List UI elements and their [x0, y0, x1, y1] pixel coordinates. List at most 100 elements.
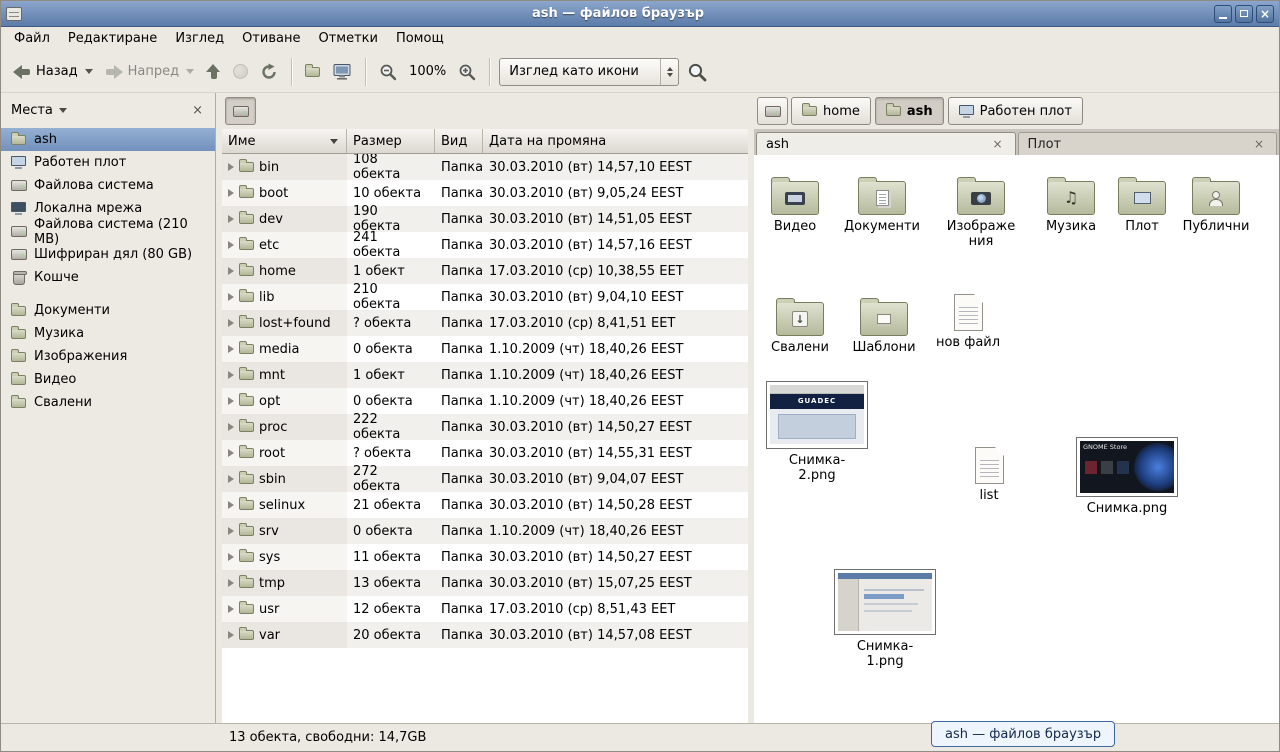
table-row[interactable]: sys 11 обекта Папка 30.03.2010 (вт) 14,5…	[222, 544, 748, 570]
sidebar-close-icon[interactable]: ×	[188, 102, 207, 119]
expander-icon[interactable]	[228, 215, 234, 223]
expander-icon[interactable]	[228, 293, 234, 301]
folder-item-music[interactable]: ♫ Музика	[1036, 173, 1106, 235]
image-item-snimka-1[interactable]: Снимка-1.png	[834, 569, 936, 669]
table-row[interactable]: opt 0 обекта Папка 1.10.2009 (чт) 18,40,…	[222, 388, 748, 414]
close-tab-icon[interactable]: ×	[989, 137, 1005, 151]
table-row[interactable]: lib 210 обекта Папка 30.03.2010 (вт) 9,0…	[222, 284, 748, 310]
table-row[interactable]: tmp 13 обекта Папка 30.03.2010 (вт) 15,0…	[222, 570, 748, 596]
image-item-snimka[interactable]: GNOME Store Снимка.png	[1076, 437, 1178, 517]
expander-icon[interactable]	[228, 475, 234, 483]
folder-item-images[interactable]: Изображения	[934, 173, 1028, 249]
places-item[interactable]: Кошче	[1, 266, 215, 289]
expander-icon[interactable]	[228, 267, 234, 275]
folder-item-desktop[interactable]: Плот	[1114, 173, 1170, 235]
path-button-desktop[interactable]: Работен плот	[948, 97, 1083, 125]
folder-item-video[interactable]: Видео	[760, 173, 830, 235]
expander-icon[interactable]	[228, 371, 234, 379]
home-button[interactable]	[299, 61, 326, 83]
folder-item-documents[interactable]: Документи	[838, 173, 926, 235]
expander-icon[interactable]	[228, 319, 234, 327]
places-item[interactable]: Шифриран дял (80 GB)	[1, 243, 215, 266]
image-item-snimka-2[interactable]: GUADEC Снимка-2.png	[766, 381, 868, 483]
tab-ash[interactable]: ash ×	[756, 132, 1016, 155]
table-row[interactable]: sbin 272 обекта Папка 30.03.2010 (вт) 9,…	[222, 466, 748, 492]
icon-view[interactable]: Видео Документи Изображения ♫ Музика	[754, 155, 1279, 723]
column-header-size[interactable]: Размер	[347, 129, 435, 153]
places-item[interactable]: Документи	[1, 299, 215, 322]
expander-icon[interactable]	[228, 241, 234, 249]
close-tab-icon[interactable]: ×	[1251, 137, 1267, 151]
places-item[interactable]: Файлова система (210 MB)	[1, 220, 215, 243]
menu-item-go[interactable]: Отиване	[233, 27, 309, 51]
expander-icon[interactable]	[228, 189, 234, 197]
table-row[interactable]: lost+found ? обекта Папка 17.03.2010 (ср…	[222, 310, 748, 336]
expander-icon[interactable]	[228, 423, 234, 431]
expander-icon[interactable]	[228, 501, 234, 509]
folder-item-downloads[interactable]: ↓ Свалени	[760, 294, 840, 356]
table-row[interactable]: etc 241 обекта Папка 30.03.2010 (вт) 14,…	[222, 232, 748, 258]
table-row[interactable]: proc 222 обекта Папка 30.03.2010 (вт) 14…	[222, 414, 748, 440]
reload-button[interactable]	[254, 57, 284, 87]
expander-icon[interactable]	[228, 553, 234, 561]
search-button[interactable]	[681, 56, 713, 88]
sidebar-selector-icon[interactable]	[59, 108, 67, 113]
path-button-ash[interactable]: ash	[875, 97, 944, 125]
places-item[interactable]: Файлова система	[1, 174, 215, 197]
titlebar[interactable]: ash — файлов браузър ×	[1, 1, 1279, 27]
menu-item-file[interactable]: Файл	[5, 27, 59, 51]
close-button[interactable]: ×	[1256, 5, 1274, 23]
table-row[interactable]: media 0 обекта Папка 1.10.2009 (чт) 18,4…	[222, 336, 748, 362]
window-menu-icon[interactable]	[6, 7, 22, 21]
filesystem-root-button[interactable]	[757, 97, 788, 125]
tab-desktop[interactable]: Плот ×	[1018, 132, 1278, 155]
filesystem-root-button[interactable]	[225, 97, 256, 125]
table-row[interactable]: boot 10 обекта Папка 30.03.2010 (вт) 9,0…	[222, 180, 748, 206]
menu-item-bookmarks[interactable]: Отметки	[309, 27, 386, 51]
expander-icon[interactable]	[228, 527, 234, 535]
column-header-name[interactable]: Име	[222, 129, 347, 153]
places-item[interactable]: Видео	[1, 368, 215, 391]
table-row[interactable]: usr 12 обекта Папка 17.03.2010 (ср) 8,51…	[222, 596, 748, 622]
zoom-out-button[interactable]	[373, 57, 403, 87]
table-row[interactable]: home 1 обект Папка 17.03.2010 (ср) 10,38…	[222, 258, 748, 284]
expander-icon[interactable]	[228, 397, 234, 405]
table-row[interactable]: bin 108 обекта Папка 30.03.2010 (вт) 14,…	[222, 154, 748, 180]
folder-item-public[interactable]: Публични	[1178, 173, 1254, 235]
stop-button[interactable]	[227, 58, 254, 85]
column-header-type[interactable]: Вид	[435, 129, 483, 153]
expander-icon[interactable]	[228, 631, 234, 639]
table-row[interactable]: srv 0 обекта Папка 1.10.2009 (чт) 18,40,…	[222, 518, 748, 544]
computer-button[interactable]	[326, 57, 358, 87]
table-row[interactable]: dev 190 обекта Папка 30.03.2010 (вт) 14,…	[222, 206, 748, 232]
minimize-button[interactable]	[1214, 5, 1232, 23]
column-header-date[interactable]: Дата на промяна	[483, 129, 748, 153]
expander-icon[interactable]	[228, 345, 234, 353]
forward-button[interactable]: Напред	[99, 58, 200, 85]
view-mode-select[interactable]: Изглед като икони	[499, 58, 679, 86]
file-item-new-file[interactable]: нов файл	[928, 294, 1008, 351]
up-button[interactable]	[200, 58, 227, 86]
expander-icon[interactable]	[228, 579, 234, 587]
maximize-button[interactable]	[1235, 5, 1253, 23]
taskbar-window-button[interactable]: ash — файлов браузър	[931, 721, 1115, 747]
places-item[interactable]: Изображения	[1, 345, 215, 368]
back-history-icon[interactable]	[85, 69, 93, 74]
file-item-list[interactable]: list	[967, 447, 1011, 504]
menu-item-edit[interactable]: Редактиране	[59, 27, 166, 51]
back-button[interactable]: Назад	[7, 58, 99, 85]
zoom-in-button[interactable]	[452, 57, 482, 87]
expander-icon[interactable]	[228, 163, 234, 171]
table-row[interactable]: selinux 21 обекта Папка 30.03.2010 (вт) …	[222, 492, 748, 518]
table-row[interactable]: root ? обекта Папка 30.03.2010 (вт) 14,5…	[222, 440, 748, 466]
expander-icon[interactable]	[228, 605, 234, 613]
expander-icon[interactable]	[228, 449, 234, 457]
places-item[interactable]: ash	[1, 128, 215, 151]
table-row[interactable]: mnt 1 обект Папка 1.10.2009 (чт) 18,40,2…	[222, 362, 748, 388]
path-button-home[interactable]: home	[791, 97, 871, 125]
table-row[interactable]: var 20 обекта Папка 30.03.2010 (вт) 14,5…	[222, 622, 748, 648]
menu-item-view[interactable]: Изглед	[166, 27, 233, 51]
places-item[interactable]: Музика	[1, 322, 215, 345]
places-item[interactable]: Свалени	[1, 391, 215, 414]
places-item[interactable]: Работен плот	[1, 151, 215, 174]
